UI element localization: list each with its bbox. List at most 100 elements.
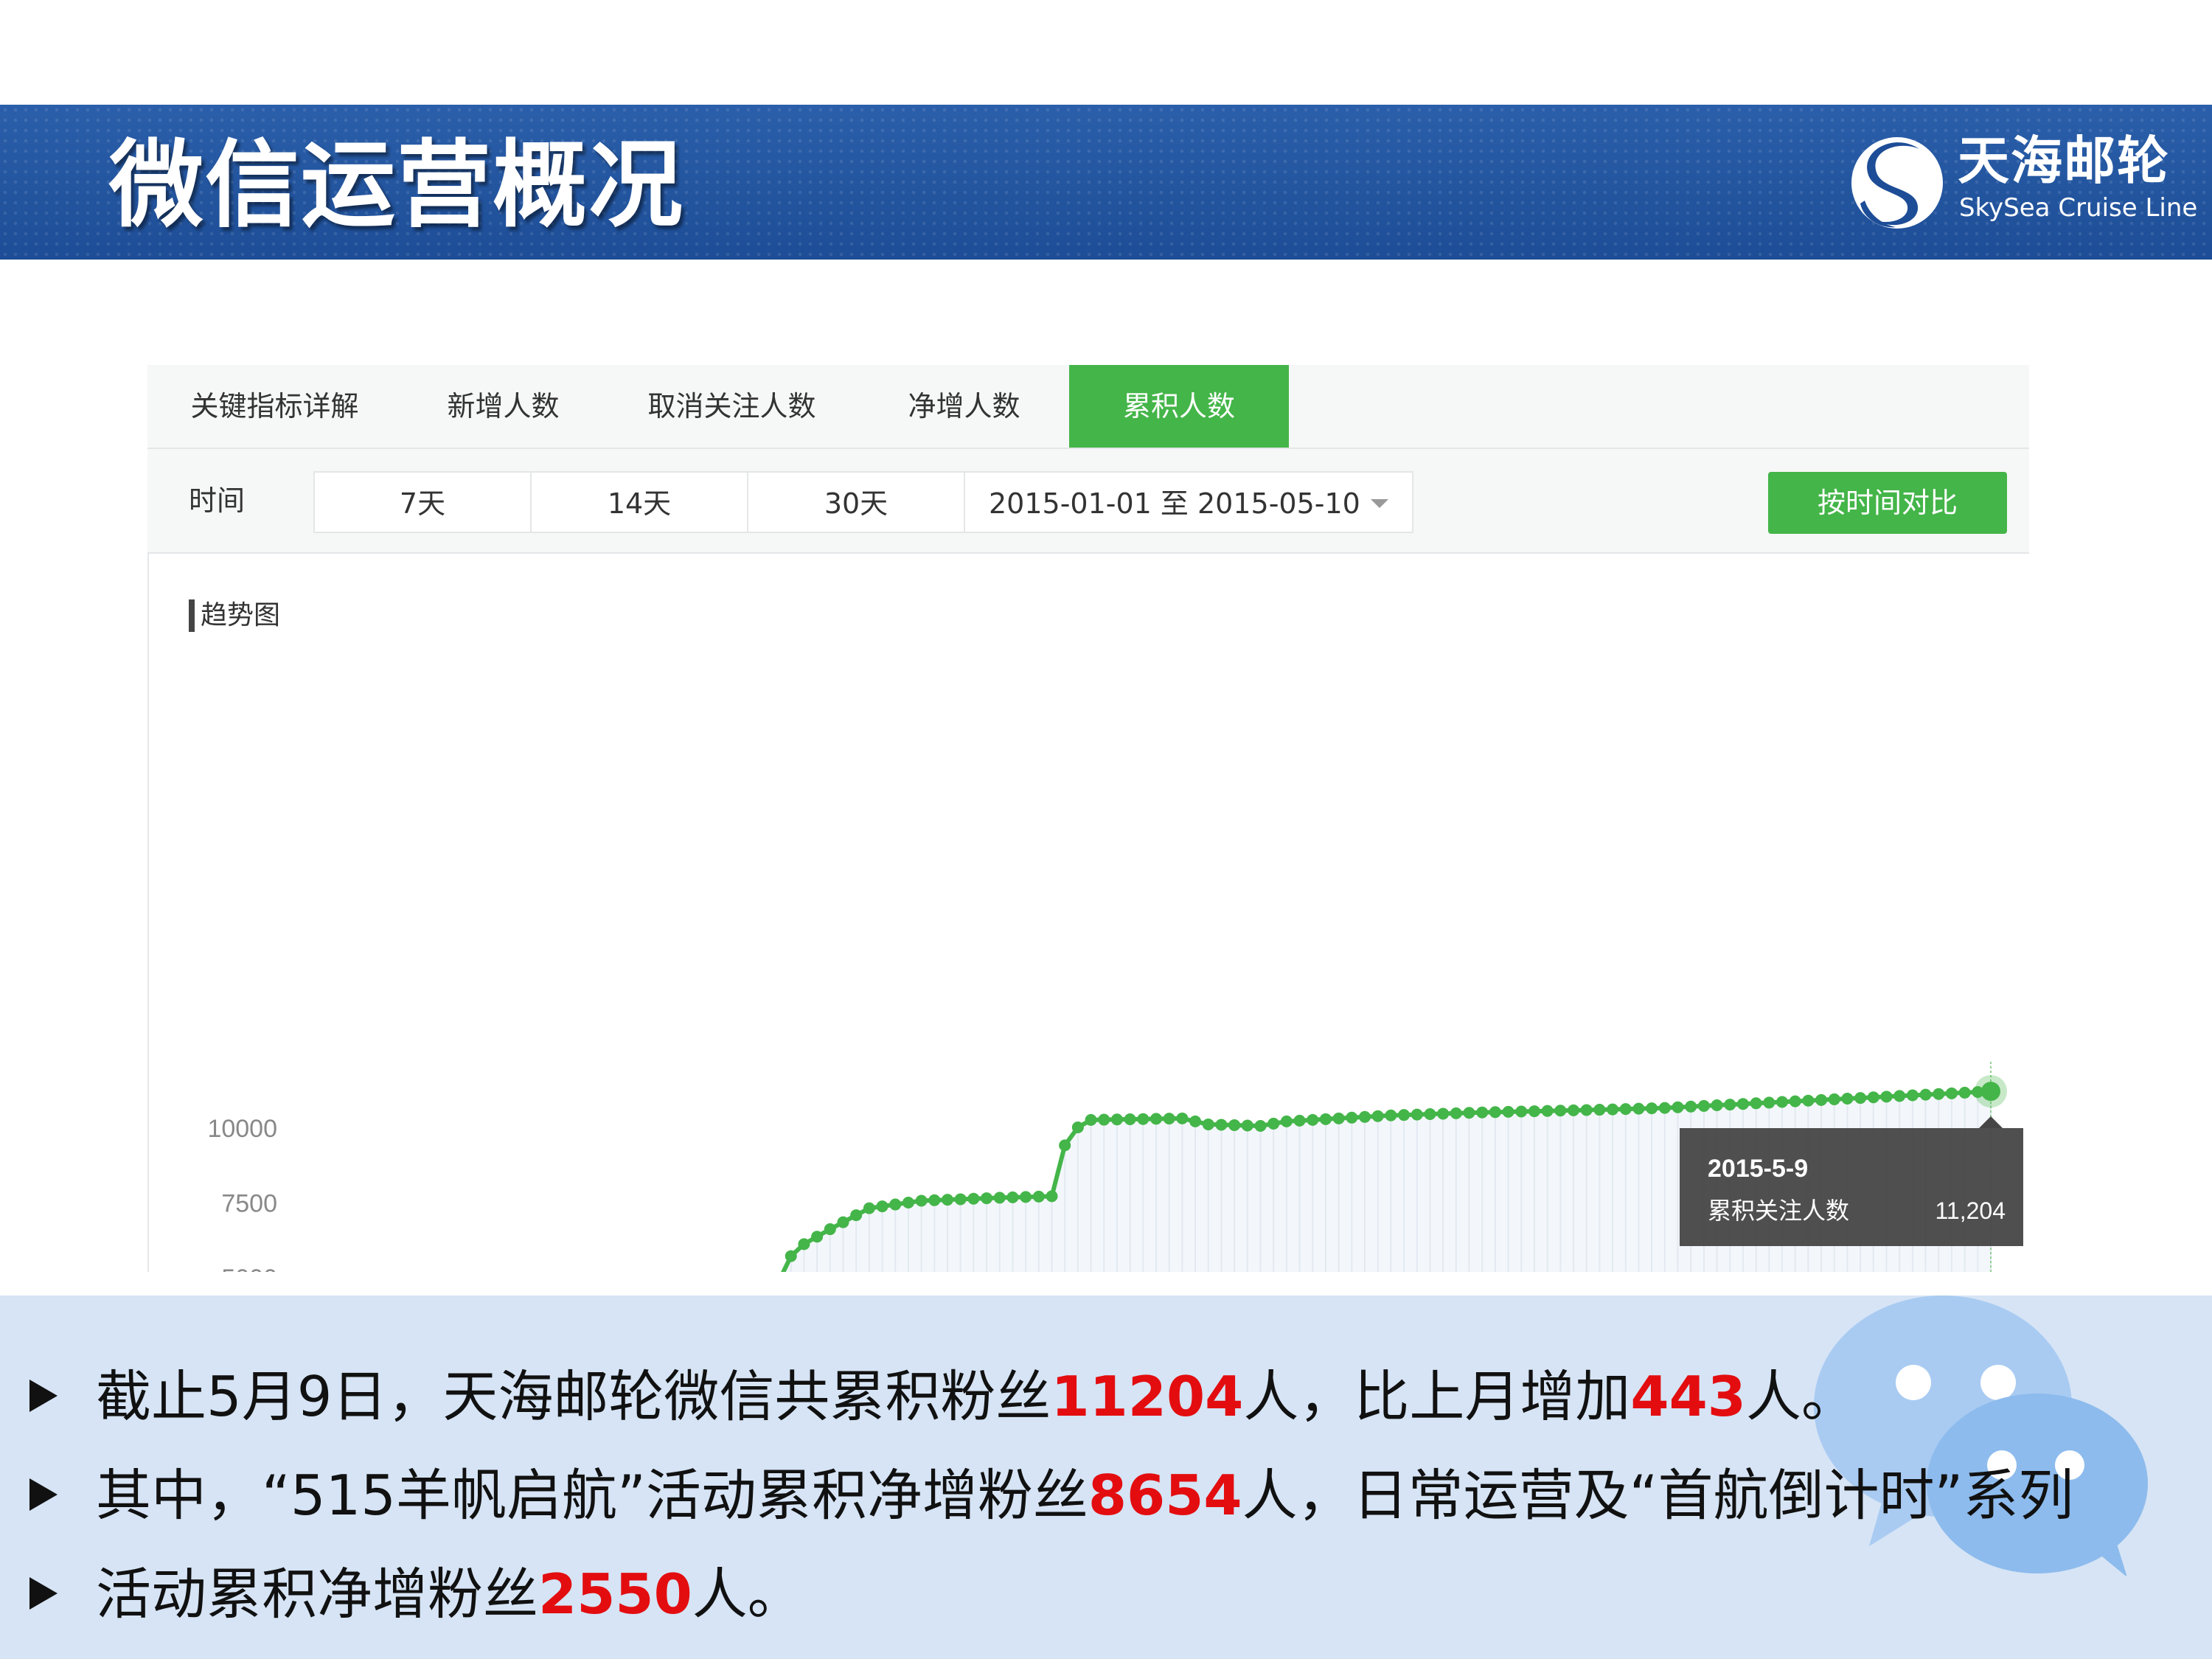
tooltip-series-label: 累积关注人数 (1708, 1197, 1849, 1225)
data-point (1893, 1090, 1906, 1102)
data-point (1841, 1093, 1854, 1105)
highlighted-number: 2550 (538, 1562, 692, 1627)
range-14-days-button[interactable]: 14天 (530, 471, 748, 533)
data-point (993, 1192, 1006, 1204)
data-point (1750, 1097, 1762, 1110)
data-point (915, 1194, 928, 1207)
data-point (1867, 1091, 1879, 1104)
data-point (1137, 1113, 1150, 1125)
data-point (1489, 1106, 1501, 1119)
filter-bar: 时间 7天 14天 30天 2015-01-01 至 2015-05-10 (147, 449, 2029, 554)
data-point (1607, 1103, 1619, 1116)
data-point (1711, 1099, 1723, 1112)
data-point (1697, 1099, 1710, 1112)
data-point (863, 1202, 875, 1214)
data-point (785, 1250, 797, 1262)
data-point (1906, 1089, 1919, 1102)
data-point (1450, 1107, 1462, 1119)
data-point (1085, 1113, 1097, 1126)
header-band: 微信运营概况 天海邮轮 SkySea Cruise Line (0, 105, 2212, 260)
data-point (889, 1198, 902, 1211)
data-point (1658, 1102, 1671, 1114)
data-point (1098, 1113, 1110, 1126)
data-point (1646, 1102, 1658, 1115)
highlighted-number: 11204 (1051, 1364, 1244, 1429)
highlighted-number: 443 (1630, 1364, 1746, 1429)
data-point (876, 1200, 888, 1213)
summary-bullet: 其中，“515羊帆启航”活动累积净增粉丝8654人，日常运营及“首航倒计时”系列 (29, 1446, 2168, 1545)
bullet-text: 人，比上月增加 (1243, 1364, 1631, 1429)
tab-key-metrics[interactable]: 关键指标详解 (147, 365, 402, 448)
data-point (1189, 1115, 1202, 1127)
summary-bullet: 截止5月9日，天海邮轮微信共累积粉丝11204人，比上月增加443人。 (29, 1347, 2168, 1446)
data-point (1110, 1113, 1123, 1126)
data-point (837, 1216, 849, 1228)
data-point (1267, 1117, 1280, 1130)
tab-unfollows[interactable]: 取消关注人数 (605, 365, 859, 448)
date-range-picker[interactable]: 2015-01-01 至 2015-05-10 (964, 471, 1413, 533)
data-point (1150, 1113, 1162, 1125)
data-point (1854, 1092, 1867, 1105)
data-point (1828, 1093, 1840, 1105)
data-point (1880, 1091, 1893, 1103)
range-7-days-button[interactable]: 7天 (313, 471, 532, 533)
data-point (1006, 1191, 1019, 1203)
compare-by-time-button[interactable]: 按时间对比 (1768, 472, 2007, 534)
range-30-days-button[interactable]: 30天 (747, 471, 965, 533)
data-point (1359, 1110, 1371, 1123)
data-point (1933, 1088, 1945, 1100)
data-point (1619, 1103, 1632, 1116)
data-point (1568, 1104, 1579, 1116)
data-point (902, 1197, 914, 1209)
tab-net-growth[interactable]: 净增人数 (859, 365, 1069, 448)
tab-new-followers[interactable]: 新增人数 (402, 365, 605, 448)
data-point (1736, 1098, 1749, 1110)
bullet-text: 人。 (1745, 1364, 1857, 1429)
chevron-down-icon (1371, 499, 1388, 508)
data-point (1802, 1094, 1815, 1107)
y-tick-label: 10000 (207, 1115, 277, 1143)
data-point (1919, 1088, 1932, 1101)
data-point (1411, 1108, 1423, 1121)
y-tick-label: 5000 (221, 1265, 277, 1272)
summary-bullets: 截止5月9日，天海邮轮微信共累积粉丝11204人，比上月增加443人。 其中，“5… (29, 1347, 2168, 1644)
highlighted-number: 8654 (1088, 1463, 1242, 1528)
bullet-text: 人。 (692, 1562, 803, 1627)
time-filter-label: 时间 (189, 484, 246, 517)
y-tick-label: 7500 (221, 1190, 277, 1218)
data-point (1332, 1112, 1345, 1124)
data-point (1241, 1119, 1253, 1132)
tab-cumulative[interactable]: 累积人数 (1069, 365, 1289, 448)
data-point (1541, 1105, 1554, 1117)
date-range-value: 2015-01-01 至 2015-05-10 (989, 487, 1360, 520)
logo-english-text: SkySea Cruise Line (1959, 193, 2198, 223)
data-point (1502, 1105, 1514, 1118)
data-point (1293, 1114, 1306, 1127)
data-point (1685, 1100, 1697, 1113)
data-point (811, 1231, 824, 1243)
data-point (1515, 1105, 1528, 1118)
data-point (1163, 1113, 1175, 1125)
data-point (1958, 1086, 1971, 1099)
tab-bar: 关键指标详解 新增人数 取消关注人数 净增人数 累积人数 (147, 365, 2029, 449)
data-point (1254, 1119, 1267, 1132)
data-point (1046, 1190, 1058, 1203)
data-point (954, 1193, 967, 1206)
bullet-arrow-icon (29, 1577, 58, 1610)
data-point (1580, 1104, 1593, 1116)
data-point (1437, 1107, 1450, 1120)
data-point (798, 1238, 810, 1251)
data-point (1071, 1121, 1084, 1133)
trend-chart: 250050007500100002015-01-012015-01-18201… (207, 1062, 2023, 1272)
tooltip-date: 2015-5-9 (1708, 1155, 1808, 1183)
summary-bullet: 活动累积净增粉丝2550人。 (29, 1545, 2168, 1644)
data-point (1424, 1108, 1436, 1121)
bullet-arrow-icon (29, 1380, 58, 1413)
skysea-logo-icon (1851, 137, 1943, 229)
logo-chinese-text: 天海邮轮 (1958, 131, 2170, 191)
data-point (824, 1223, 836, 1236)
data-point (1528, 1105, 1540, 1118)
data-point (1476, 1106, 1489, 1119)
data-point (1124, 1113, 1136, 1125)
bullet-text: 截止5月9日，天海邮轮微信共累积粉丝 (96, 1364, 1051, 1429)
